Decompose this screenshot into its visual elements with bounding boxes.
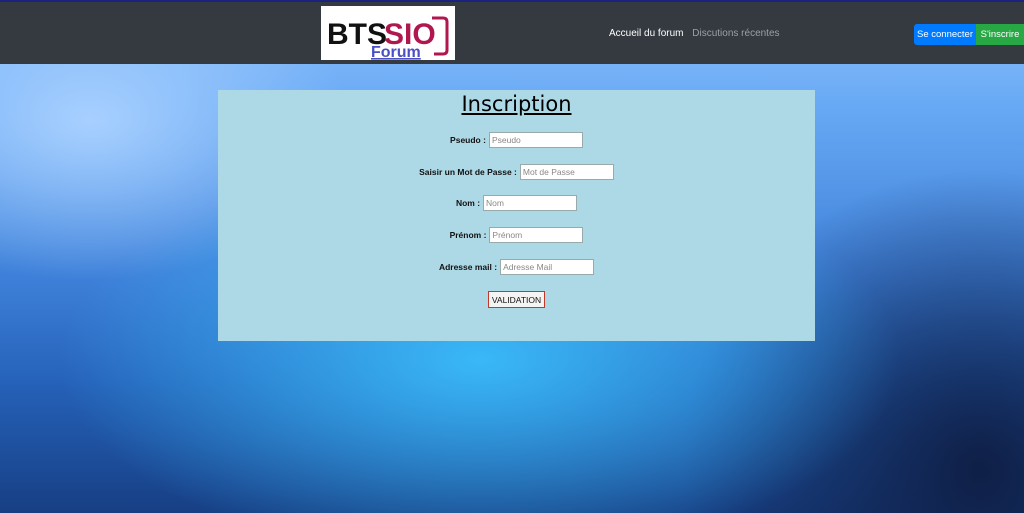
site-logo[interactable]: BTS SIO Forum [321,6,455,60]
navbar: BTS SIO Forum Accueil du forum Discution… [0,2,1024,64]
submit-row: VALIDATION [218,291,815,308]
pseudo-label: Pseudo : [450,135,486,145]
nav-links: Accueil du forum Discutions récentes [609,28,786,39]
signup-form-card: Inscription Pseudo : Saisir un Mot de Pa… [218,90,815,341]
password-input[interactable] [519,164,614,180]
password-label: Saisir un Mot de Passe : [419,167,517,177]
first-name-row: Prénom : [218,227,815,243]
signup-button[interactable]: S'inscrire [976,24,1024,45]
pseudo-input[interactable] [488,132,583,148]
nav-link-recent-discussions[interactable]: Discutions récentes [692,28,779,39]
last-name-label: Nom : [455,198,481,208]
svg-text:Forum: Forum [371,44,421,60]
password-row: Saisir un Mot de Passe : [218,164,815,180]
last-name-input[interactable] [483,195,578,211]
validation-button[interactable]: VALIDATION [487,291,546,308]
email-input[interactable] [500,259,595,275]
first-name-label: Prénom : [449,230,487,240]
first-name-input[interactable] [489,227,584,243]
last-name-row: Nom : [218,195,815,211]
email-row: Adresse mail : [218,259,815,275]
login-button[interactable]: Se connecter [914,24,976,45]
pseudo-row: Pseudo : [218,132,815,148]
email-label: Adresse mail : [438,262,498,272]
page-title: Inscription [461,92,572,116]
nav-link-home[interactable]: Accueil du forum [609,28,683,39]
